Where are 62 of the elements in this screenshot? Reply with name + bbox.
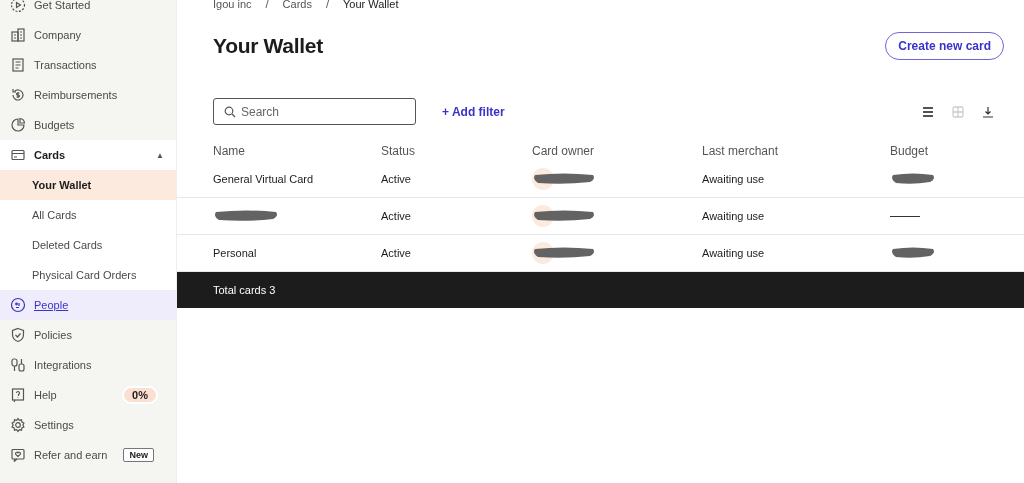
download-icon[interactable] [982,105,994,118]
dollar-refund-icon [10,87,26,103]
breadcrumb-item[interactable]: Cards [282,0,312,10]
page-title: Your Wallet [213,34,323,58]
redaction-mark [890,171,936,187]
column-header: Status [381,144,417,158]
list-view-icon[interactable] [922,105,934,118]
sidebar-item[interactable]: Company [0,20,176,50]
redaction-mark [532,245,596,261]
sidebar-item[interactable]: Get Started [0,0,176,20]
plug-icon [10,357,26,373]
building-icon [10,27,26,43]
table-cell: Awaiting use [702,247,765,259]
redaction-mark [532,208,596,224]
new-badge: New [123,448,154,462]
sidebar-item[interactable]: Settings [0,410,176,440]
caret-icon[interactable]: ▲ [156,150,164,160]
receipt-icon [10,57,26,73]
sidebar-item[interactable]: Deleted Cards [0,230,176,260]
sidebar-item[interactable]: Refer and earn New [0,440,176,470]
table-cell: Active [381,247,411,259]
redaction-mark [532,171,596,187]
face-icon [10,297,26,313]
add-filter-link[interactable]: + Add filter [442,104,505,119]
sidebar-item[interactable]: Physical Card Orders [0,260,176,290]
create-card-button[interactable]: Create new card [885,32,1004,60]
sidebar-item[interactable]: Your Wallet [0,170,176,200]
sidebar-item[interactable]: Transactions [0,50,176,80]
pie-chart-icon [10,117,26,133]
column-header: Budget [890,144,930,158]
sidebar-item[interactable]: Help 0% [0,380,176,410]
settings-icon [10,417,26,433]
sidebar-item[interactable]: Cards ▲ [0,140,176,170]
total-count: Total cards 3 [213,284,276,296]
redaction-mark [213,208,279,224]
sidebar-item[interactable]: Policies [0,320,176,350]
help-icon [10,387,26,403]
credit-card-icon [10,147,26,163]
table-cell: Active [381,173,411,185]
progress-badge: 0% [122,386,158,404]
column-header: Name [213,144,246,158]
table-cell: Personal [213,247,257,259]
sidebar-item[interactable]: People [0,290,176,320]
sidebar-item[interactable]: All Cards [0,200,176,230]
empty-dash [890,215,920,217]
table-cell: General Virtual Card [213,173,314,185]
breadcrumb-separator: / [325,0,329,10]
sidebar-item[interactable]: Reimbursements [0,80,176,110]
breadcrumb-separator: / [265,0,269,10]
play-icon [10,0,26,13]
table-cell: Awaiting use [702,210,765,222]
table-cell: Awaiting use [702,173,765,185]
breadcrumb-item[interactable]: Igou inc [213,0,252,10]
sidebar-item[interactable]: Budgets [0,110,176,140]
table-cell: Active [381,210,411,222]
column-header: Last merchant [702,144,780,158]
sidebar-item[interactable]: Integrations [0,350,176,380]
redaction-mark [890,245,936,261]
column-header: Card owner [532,144,596,158]
search-field[interactable]: Search [213,98,416,125]
breadcrumb-item: Your Wallet [343,0,399,10]
shield-check-icon [10,327,26,343]
